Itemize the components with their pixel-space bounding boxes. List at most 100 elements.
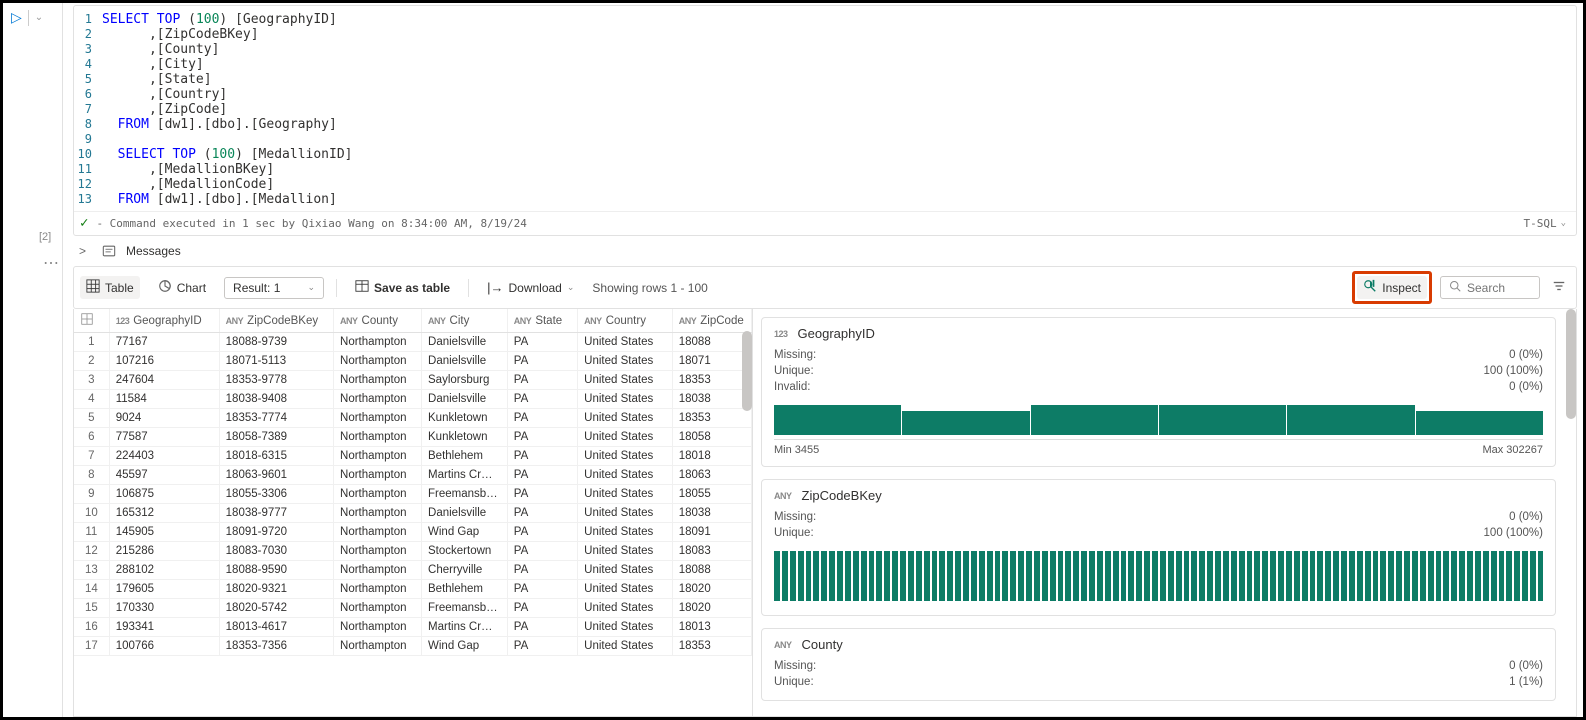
filter-icon[interactable]: [1548, 275, 1570, 300]
cell: United States: [578, 409, 673, 428]
table-row[interactable]: 1328810218088-9590NorthamptonCherryville…: [74, 561, 752, 580]
cell: 18088: [672, 561, 751, 580]
table-row[interactable]: 1221528618083-7030NorthamptonStockertown…: [74, 542, 752, 561]
column-header[interactable]: ANYState: [507, 309, 577, 333]
cell-index: [2]: [39, 231, 51, 243]
download-button[interactable]: |→ Download ⌄: [481, 277, 580, 298]
cell: United States: [578, 523, 673, 542]
separator: [468, 279, 469, 297]
search-box[interactable]: [1440, 276, 1540, 299]
cell: 18353: [672, 371, 751, 390]
column-header[interactable]: [74, 309, 109, 333]
table-row[interactable]: 1417960518020-9321NorthamptonBethlehemPA…: [74, 580, 752, 599]
cell: 18038-9777: [219, 504, 333, 523]
column-header[interactable]: ANYZipCode: [672, 309, 751, 333]
cell: 18055: [672, 485, 751, 504]
cell: Northampton: [334, 409, 422, 428]
stat-row: Unique:100 (100%): [774, 363, 1543, 379]
table-row[interactable]: 41158418038-9408NorthamptonDanielsvilleP…: [74, 390, 752, 409]
save-as-table-label: Save as table: [374, 281, 450, 295]
cell: 18063: [672, 466, 751, 485]
cell: 18091: [672, 523, 751, 542]
inspect-label: Inspect: [1382, 281, 1421, 295]
table-row[interactable]: 1517033018020-5742NorthamptonFreemansb…P…: [74, 599, 752, 618]
save-as-table-button[interactable]: Save as table: [349, 276, 456, 299]
more-icon[interactable]: ⋯: [43, 253, 59, 273]
table-row[interactable]: 722440318018-6315NorthamptonBethlehemPAU…: [74, 447, 752, 466]
cell: 77167: [109, 333, 219, 352]
code-line: SELECT TOP (100) [MedallionID]: [102, 147, 352, 162]
cell: 18038: [672, 390, 751, 409]
table-row[interactable]: 17716718088-9739NorthamptonDanielsvilleP…: [74, 333, 752, 352]
column-header[interactable]: ANYCity: [422, 309, 508, 333]
table-row[interactable]: 210721618071-5113NorthamptonDanielsville…: [74, 352, 752, 371]
cell: Northampton: [334, 599, 422, 618]
cell: Freemansb…: [422, 599, 508, 618]
column-header[interactable]: ANYCountry: [578, 309, 673, 333]
column-header[interactable]: ANYZipCodeBKey: [219, 309, 333, 333]
table-row[interactable]: 5902418353-7774NorthamptonKunkletownPAUn…: [74, 409, 752, 428]
scrollbar-vertical[interactable]: [742, 331, 752, 411]
cell: Cherryville: [422, 561, 508, 580]
table-row[interactable]: 1619334118013-4617NorthamptonMartins Cr……: [74, 618, 752, 637]
cell: 16: [74, 618, 109, 637]
expand-icon[interactable]: >: [73, 244, 92, 258]
cell: 288102: [109, 561, 219, 580]
table-row[interactable]: 1114590518091-9720NorthamptonWind GapPAU…: [74, 523, 752, 542]
view-table-button[interactable]: Table: [80, 276, 140, 299]
inspect-card: 123GeographyIDMissing:0 (0%)Unique:100 (…: [761, 317, 1556, 467]
view-chart-button[interactable]: Chart: [152, 276, 212, 299]
table-row[interactable]: 324760418353-9778NorthamptonSaylorsburgP…: [74, 371, 752, 390]
column-header[interactable]: ANYCounty: [334, 309, 422, 333]
stat-row: Unique:1 (1%): [774, 674, 1543, 690]
cell: 18020: [672, 580, 751, 599]
cell: Northampton: [334, 447, 422, 466]
line-number: 7: [74, 102, 102, 117]
cell: 2: [74, 352, 109, 371]
histogram: [774, 551, 1543, 601]
cell: 18038: [672, 504, 751, 523]
cell: PA: [507, 371, 577, 390]
separator: [336, 279, 337, 297]
sql-editor[interactable]: 1SELECT TOP (100) [GeographyID]2 ,[ZipCo…: [73, 5, 1577, 236]
cell: 18020-5742: [219, 599, 333, 618]
stat-row: Missing:0 (0%): [774, 347, 1543, 363]
language-selector[interactable]: T-SQL ⌄: [1523, 216, 1566, 231]
table-row[interactable]: 910687518055-3306NorthamptonFreemansb…PA…: [74, 485, 752, 504]
column-header[interactable]: 123GeographyID: [109, 309, 219, 333]
cell: 4: [74, 390, 109, 409]
code-line: ,[MedallionCode]: [102, 177, 274, 192]
cell: Northampton: [334, 333, 422, 352]
cell: 45597: [109, 466, 219, 485]
search-icon: [1449, 280, 1461, 295]
chevron-down-icon: ⌄: [307, 282, 315, 293]
table-row[interactable]: 67758718058-7389NorthamptonKunkletownPAU…: [74, 428, 752, 447]
cell: 18088-9739: [219, 333, 333, 352]
download-label: Download: [508, 281, 561, 295]
cell: PA: [507, 599, 577, 618]
cell: United States: [578, 599, 673, 618]
table-row[interactable]: 1710076618353-7356NorthamptonWind GapPAU…: [74, 637, 752, 656]
cell: 18071: [672, 352, 751, 371]
cell: Wind Gap: [422, 637, 508, 656]
cell: 18013: [672, 618, 751, 637]
cell: Northampton: [334, 542, 422, 561]
cell: 6: [74, 428, 109, 447]
cell: Northampton: [334, 523, 422, 542]
inspect-button[interactable]: Inspect: [1357, 276, 1427, 299]
run-icon[interactable]: ▷: [11, 9, 22, 26]
run-dropdown-icon[interactable]: ⌄: [35, 12, 43, 23]
messages-label[interactable]: Messages: [126, 244, 181, 258]
table-row[interactable]: 1016531218038-9777NorthamptonDanielsvill…: [74, 504, 752, 523]
cell: 5: [74, 409, 109, 428]
scrollbar-vertical[interactable]: [1566, 309, 1576, 419]
code-line: FROM [dw1].[dbo].[Geography]: [102, 117, 337, 132]
line-number: 2: [74, 27, 102, 42]
result-selector[interactable]: Result: 1 ⌄: [224, 277, 324, 299]
cell: United States: [578, 637, 673, 656]
inspect-pane: 123GeographyIDMissing:0 (0%)Unique:100 (…: [753, 309, 1577, 717]
cell: PA: [507, 447, 577, 466]
search-input[interactable]: [1467, 281, 1527, 295]
line-number: 12: [74, 177, 102, 192]
table-row[interactable]: 84559718063-9601NorthamptonMartins Cr…PA…: [74, 466, 752, 485]
